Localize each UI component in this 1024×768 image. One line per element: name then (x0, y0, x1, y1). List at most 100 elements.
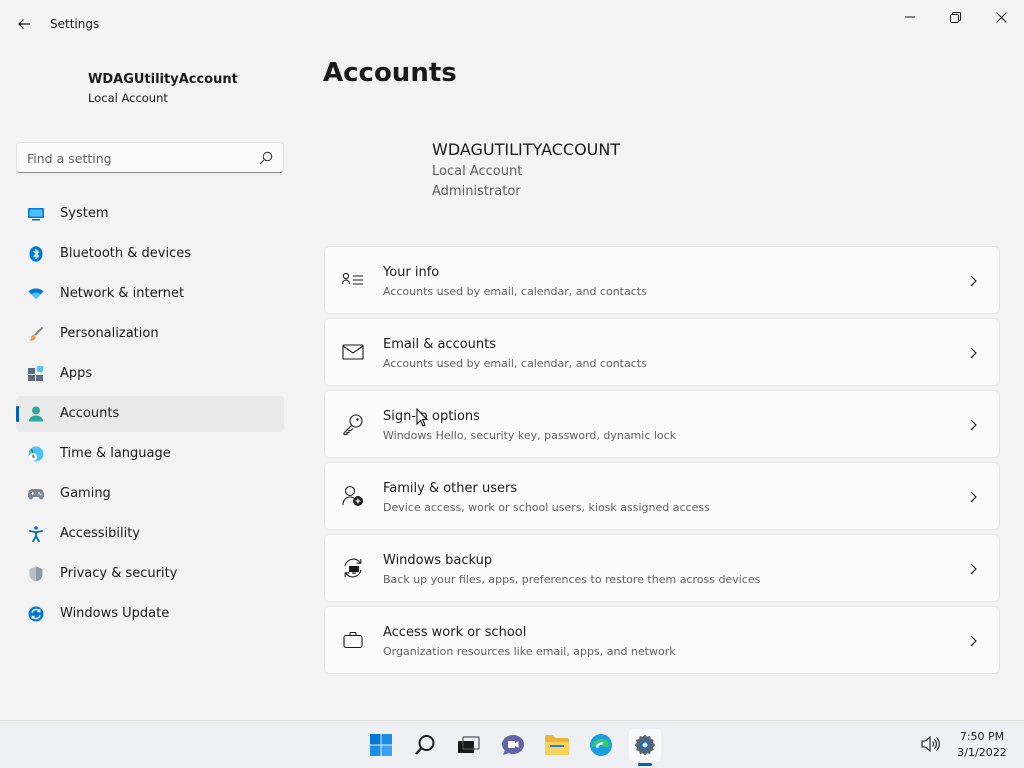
card-title: Sign-in options (383, 409, 480, 424)
apps-icon (28, 366, 44, 382)
start-button[interactable] (365, 729, 397, 761)
sidebar-item-network[interactable]: Network & internet (16, 276, 284, 312)
chat-icon (502, 735, 524, 755)
close-button[interactable] (978, 4, 1024, 30)
mail-icon (342, 341, 364, 363)
settings-icon (634, 734, 656, 756)
profile-name: WDAGUtilityAccount (88, 72, 238, 87)
card-subtitle: Accounts used by email, calendar, and co… (383, 285, 647, 298)
network-icon (28, 286, 44, 302)
person-card-icon (342, 269, 364, 291)
card-subtitle: Windows Hello, security key, password, d… (383, 429, 677, 442)
sidebar-item-apps[interactable]: Apps (16, 356, 284, 392)
backup-icon (342, 557, 364, 579)
card-subtitle: Back up your files, apps, preferences to… (383, 573, 761, 586)
sidebar-item-accounts[interactable]: Accounts (16, 396, 284, 432)
account-type: Local Account (432, 164, 523, 179)
clock-time[interactable]: 7:50 PM (952, 730, 1012, 743)
card-subtitle: Accounts used by email, calendar, and co… (383, 357, 647, 370)
active-app-indicator (638, 763, 652, 766)
chevron-right-icon (970, 275, 977, 287)
sidebar-item-label: Bluetooth & devices (60, 246, 191, 261)
chevron-right-icon (970, 419, 977, 431)
account-name: WDAGUTILITYACCOUNT (432, 140, 621, 159)
chevron-right-icon (970, 491, 977, 503)
time-language-icon (28, 446, 44, 462)
chat-button[interactable] (497, 729, 529, 761)
chevron-right-icon (970, 563, 977, 575)
gaming-icon (28, 486, 44, 502)
taskbar (0, 720, 1024, 768)
bluetooth-icon (28, 246, 44, 262)
sidebar-item-system[interactable]: System (16, 196, 284, 232)
taskbar-search-button[interactable] (409, 729, 441, 761)
card-title: Email & accounts (383, 337, 497, 352)
clock-date[interactable]: 3/1/2022 (952, 746, 1012, 759)
accessibility-icon (28, 526, 44, 542)
sidebar-item-label: Windows Update (60, 606, 170, 621)
chevron-right-icon (970, 347, 977, 359)
personalization-icon (28, 326, 44, 342)
edge-button[interactable] (585, 729, 617, 761)
app-title: Settings (50, 17, 100, 31)
sidebar-nav: System Bluetooth & devices Network & int… (16, 196, 284, 636)
sidebar-item-label: Accessibility (60, 526, 140, 541)
sidebar-item-label: Time & language (60, 446, 171, 461)
account-role: Administrator (432, 184, 521, 199)
accounts-icon (28, 406, 44, 422)
card-title: Windows backup (383, 553, 493, 568)
card-title: Access work or school (383, 625, 527, 640)
back-arrow-icon (18, 19, 30, 29)
file-explorer-button[interactable] (541, 729, 573, 761)
start-icon (370, 734, 392, 756)
card-subtitle: Organization resources like email, apps,… (383, 645, 676, 658)
privacy-icon (28, 566, 44, 582)
sidebar-item-privacy[interactable]: Privacy & security (16, 556, 284, 592)
card-subtitle: Device access, work or school users, kio… (383, 501, 710, 514)
search-input[interactable] (27, 149, 247, 167)
card-your-info[interactable]: Your info Accounts used by email, calend… (324, 246, 1000, 314)
page-title: Accounts (323, 58, 457, 88)
system-icon (28, 206, 44, 222)
settings-taskbar-button[interactable] (629, 729, 661, 761)
card-sign-in-options[interactable]: Sign-in options Windows Hello, security … (324, 390, 1000, 458)
task-view-icon (458, 736, 480, 753)
restore-icon (949, 11, 961, 23)
restore-button[interactable] (932, 4, 978, 30)
task-view-button[interactable] (453, 729, 485, 761)
sidebar-item-label: Gaming (60, 486, 111, 501)
back-button[interactable] (12, 12, 36, 36)
sidebar-item-label: System (60, 206, 109, 221)
search-box[interactable] (16, 142, 284, 173)
card-title: Your info (383, 265, 440, 280)
card-title: Family & other users (383, 481, 518, 496)
title-bar: Settings (0, 0, 1024, 48)
file-explorer-icon (545, 735, 569, 755)
sidebar-item-label: Network & internet (60, 286, 185, 301)
close-icon (995, 11, 1007, 23)
card-family-other-users[interactable]: Family & other users Device access, work… (324, 462, 1000, 530)
edge-icon (590, 734, 612, 756)
chevron-right-icon (970, 635, 977, 647)
profile-type: Local Account (88, 91, 168, 105)
sidebar-item-windows-update[interactable]: Windows Update (16, 596, 284, 632)
volume-icon[interactable] (920, 735, 940, 753)
search-icon (415, 735, 435, 755)
settings-card-list: Your info Accounts used by email, calend… (324, 246, 1000, 678)
search-icon[interactable] (259, 151, 273, 165)
card-access-work-school[interactable]: Access work or school Organization resou… (324, 606, 1000, 674)
sidebar-item-label: Accounts (60, 406, 120, 421)
windows-update-icon (28, 606, 44, 622)
minimize-button[interactable] (887, 4, 933, 30)
sidebar-item-bluetooth[interactable]: Bluetooth & devices (16, 236, 284, 272)
key-icon (342, 413, 364, 435)
add-person-icon (342, 485, 364, 507)
sidebar-item-gaming[interactable]: Gaming (16, 476, 284, 512)
sidebar-item-label: Personalization (60, 326, 159, 341)
card-email-accounts[interactable]: Email & accounts Accounts used by email,… (324, 318, 1000, 386)
card-windows-backup[interactable]: Windows backup Back up your files, apps,… (324, 534, 1000, 602)
sidebar-item-time-language[interactable]: Time & language (16, 436, 284, 472)
sidebar-item-accessibility[interactable]: Accessibility (16, 516, 284, 552)
sidebar-item-personalization[interactable]: Personalization (16, 316, 284, 352)
sidebar-item-label: Privacy & security (60, 566, 178, 581)
